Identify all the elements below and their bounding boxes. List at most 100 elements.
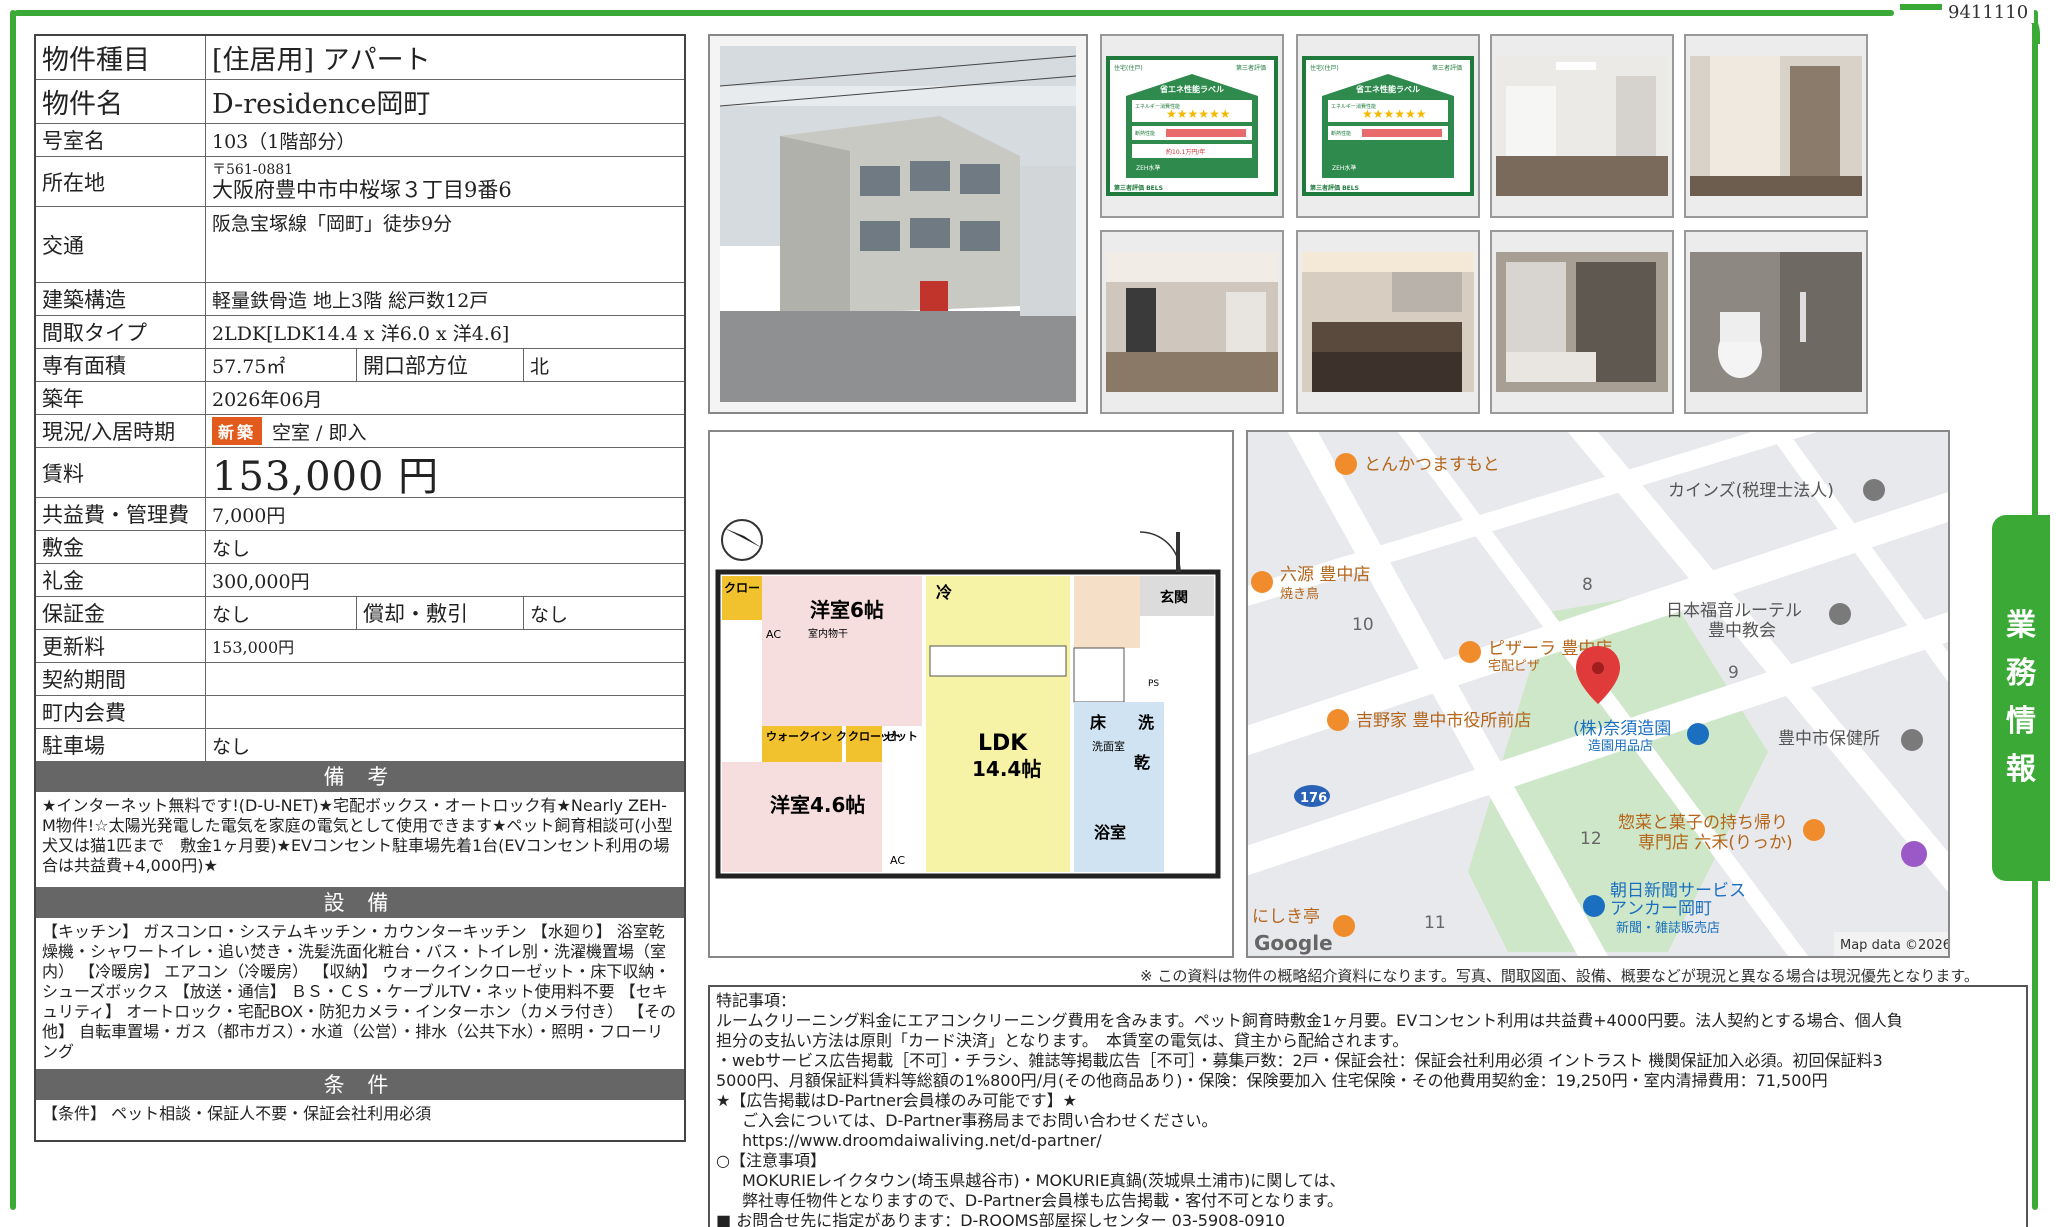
value: 北 (530, 355, 550, 378)
compass-icon (721, 519, 763, 561)
frame-left-border (10, 10, 16, 1210)
label-text: 住宅(住戸) (1310, 64, 1339, 72)
restaurant-pin-icon (1459, 641, 1481, 663)
thumbnail-room-1[interactable] (1490, 34, 1674, 218)
entrance-label: 玄関 (1160, 589, 1188, 606)
thumbnail-room-3[interactable] (1100, 230, 1284, 414)
value: 軽量鉄骨造 地上3階 総戸数12戸 (212, 289, 489, 312)
label: 建築構造 (36, 283, 206, 315)
indoor-dry-label: 室内物干 (808, 627, 848, 640)
label-title: 省エネ性能ラベル (1159, 84, 1224, 94)
ps-label: PS (1148, 679, 1159, 689)
floor-plan-drawing: クロー ゼット 洋室6帖 室内物干 AC ウォークイン クローゼット クロー ゼ… (715, 519, 1221, 879)
value: なし (530, 603, 569, 626)
conditions-text: 【条件】 ペット相談・保証人不要・保証会社利用必須 (42, 1104, 432, 1123)
map-place: 吉野家 豊中市役所前店 (1356, 711, 1531, 731)
church-icon (1829, 603, 1851, 625)
row-name: 物件名 D-residence岡町 (36, 80, 684, 124)
shop-pin-icon (1687, 723, 1709, 745)
map-place-sub: 焼き鳥 (1280, 587, 1319, 602)
remarks-heading: 備 考 (36, 762, 684, 792)
location-map[interactable]: とんかつますもと 六源 豊中店 焼き鳥 ピザーラ 豊中店 宅配ピザ 吉野家 豊中… (1246, 430, 1950, 958)
label: 賃料 (36, 448, 206, 497)
address: 大阪府豊中市中桜塚３丁目9番6 (212, 177, 512, 202)
ldk-size-label: 14.4帖 (972, 757, 1041, 781)
wash-label: 洗 (1138, 713, 1154, 732)
page-number: 9411110 (1942, 2, 2035, 23)
notes-line: 5000円、月額保証料賃料等総額の1%800円/月(その他商品あり)・保険：保険… (716, 1071, 1828, 1090)
notes-line: ■ お問合せ先に指定があります：D-ROOMS部屋探しセンター 03-5908-… (716, 1211, 1285, 1227)
label-text: 第三者評価 (1432, 64, 1462, 72)
business-info-tab[interactable]: 業 務 情 報 (1992, 515, 2050, 881)
thumbnail-room-2[interactable] (1684, 34, 1868, 218)
value: 2LDK[LDK14.4 x 洋6.0 x 洋4.6] (212, 322, 510, 345)
label: 所在地 (36, 157, 206, 206)
restaurant-pin-icon (1333, 915, 1355, 937)
map-brand: Google (1254, 931, 1333, 955)
toilet-photo (1690, 252, 1862, 392)
notes-line: ★【広告掲載はD-Partner会員様のみ可能です】★ (716, 1091, 1077, 1110)
notes-line: ルームクリーニング料金にエアコンクリーニング費用を含みます。ペット飼育時敷金1ヶ… (716, 1011, 1903, 1030)
row-room: 号室名 103（1階部分） (36, 124, 684, 157)
room-photo (1106, 252, 1278, 392)
row-address: 所在地 〒561-0881 大阪府豊中市中桜塚３丁目9番6 (36, 157, 684, 207)
label: 駐車場 (36, 729, 206, 761)
row-layout: 間取タイプ 2LDK[LDK14.4 x 洋6.0 x 洋4.6] (36, 316, 684, 349)
row-guarantee: 保証金 なし 償却・敷引 なし (36, 597, 684, 630)
map-place: (株)奈須造園 (1573, 719, 1671, 739)
row-traffic: 交通 阪急宝塚線「岡町」徒歩9分 (36, 207, 684, 283)
label: 共益費・管理費 (36, 498, 206, 530)
value: なし (212, 603, 251, 626)
western-room-label: 洋室4.6帖 (770, 793, 865, 817)
side-tab-char: 業 (2006, 608, 2036, 643)
side-tab-char: 務 (2006, 656, 2036, 691)
ac-label: AC (890, 854, 905, 867)
thumbnail-toilet[interactable] (1684, 230, 1868, 414)
label: 保証金 (36, 597, 206, 629)
route-number: 176 (1300, 791, 1327, 806)
new-build-badge: 新築 (212, 417, 263, 445)
row-town-fee: 町内会費 (36, 696, 684, 729)
thumbnail-energy-label-1[interactable]: 住宅(住戸) 第三者評価 省エネ性能ラベル エネルギー消費性能 ★★★★★★ 断… (1100, 34, 1284, 218)
special-notes: 特記事項： ルームクリーニング料金にエアコンクリーニング費用を含みます。ペット飼… (708, 985, 2028, 1227)
notes-line: 特記事項： (716, 991, 797, 1010)
label: 開口部方位 (356, 349, 524, 381)
room-photo (1496, 56, 1668, 196)
dpartner-link[interactable]: https://www.droomdaiwaliving.net/d-partn… (716, 1131, 2020, 1151)
closet-label: クロー ゼット (848, 729, 918, 743)
notes-line: MOKURIEレイクタウン(埼玉県越谷市)・MOKURIE真鍋(茨城県土浦市)に… (742, 1171, 1346, 1190)
remarks-text: ★インターネット無料です!(D-U-NET)★宅配ボックス・オートロック有★Ne… (36, 792, 684, 888)
label: 物件種目 (36, 36, 206, 79)
block-number: 8 (1582, 575, 1593, 595)
label: 号室名 (36, 124, 206, 156)
value: なし (212, 735, 251, 758)
value: 空室 / 即入 (272, 421, 367, 444)
side-tab-char: 情 (2006, 704, 2036, 739)
label: 敷金 (36, 531, 206, 563)
ldk-label: LDK (978, 731, 1028, 756)
stars-icon: ★★★★★★ (1362, 107, 1427, 121)
map-place: 六源 豊中店 (1280, 565, 1370, 585)
map-place-sub: 専門店 六禾(りっか) (1638, 833, 1793, 853)
row-contract: 契約期間 (36, 663, 684, 696)
value: [住居用] アパート (212, 45, 431, 76)
floor-plan[interactable]: クロー ゼット 洋室6帖 室内物干 AC ウォークイン クローゼット クロー ゼ… (708, 430, 1234, 958)
thumbnail-bathroom[interactable] (1490, 230, 1674, 414)
row-structure: 建築構造 軽量鉄骨造 地上3階 総戸数12戸 (36, 283, 684, 316)
place-pin-icon (1863, 479, 1885, 501)
value: 7,000円 (212, 504, 286, 527)
side-tab-char: 報 (2006, 752, 2036, 787)
exterior-photo[interactable] (708, 34, 1088, 414)
label: 専有面積 (36, 349, 206, 381)
notes-line: ご入会については、D-Partner事務局までお問い合わせください。 (742, 1111, 1218, 1130)
label-text: 第三者評価 (1236, 64, 1266, 72)
value: 2026年06月 (212, 388, 323, 411)
thumbnail-kitchen[interactable] (1296, 230, 1480, 414)
room-photo (1690, 56, 1862, 196)
row-rent: 賃料 153,000 円 (36, 448, 684, 500)
frame-top-border (14, 10, 1894, 16)
thumbnail-energy-label-2[interactable]: 住宅(住戸) 第三者評価 省エネ性能ラベル エネルギー消費性能 ★★★★★★ 断… (1296, 34, 1480, 218)
label: 間取タイプ (36, 316, 206, 348)
label: 償却・敷引 (356, 597, 524, 629)
washroom-label: 洗面室 (1092, 739, 1125, 753)
